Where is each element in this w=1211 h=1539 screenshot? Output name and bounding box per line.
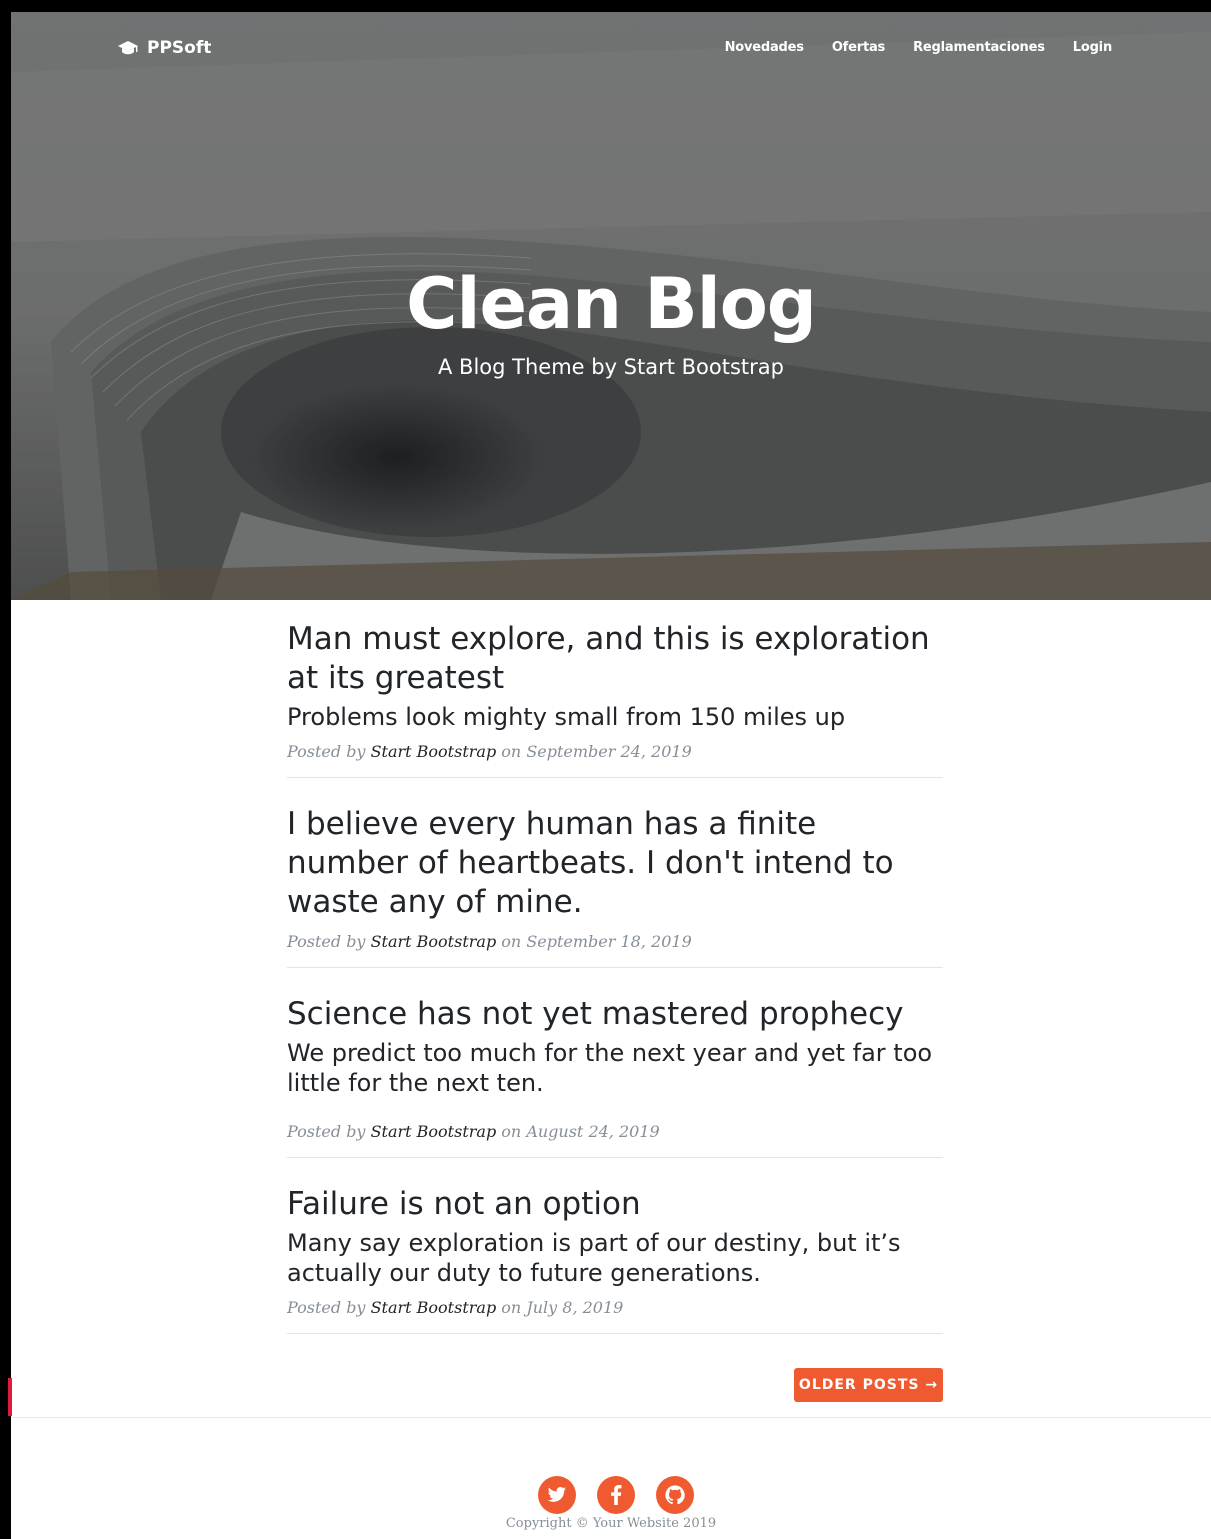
nav-link-login[interactable]: Login — [1073, 40, 1112, 55]
graduation-cap-icon — [117, 40, 139, 56]
social-links — [538, 1476, 694, 1514]
post-preview: Man must explore, and this is exploratio… — [287, 620, 943, 778]
post-meta: Posted by Start Bootstrap on September 1… — [287, 932, 943, 951]
meta-on: on — [501, 742, 522, 761]
post-preview: I believe every human has a finite numbe… — [287, 778, 943, 968]
github-icon[interactable] — [656, 1476, 694, 1514]
post-list: Man must explore, and this is exploratio… — [287, 620, 943, 1334]
masthead: PPSoft Novedades Ofertas Reglamentacione… — [11, 12, 1211, 600]
meta-on: on — [501, 1298, 522, 1317]
post-date: September 18, 2019 — [526, 932, 692, 951]
nav-link-ofertas[interactable]: Ofertas — [832, 40, 885, 55]
post-author-link[interactable]: Start Bootstrap — [371, 742, 497, 761]
post-subtitle: We predict too much for the next year an… — [287, 1039, 933, 1097]
post-author-link[interactable]: Start Bootstrap — [371, 932, 497, 951]
site-heading: Clean Blog — [406, 263, 817, 345]
meta-on: on — [501, 1122, 522, 1141]
pager: OLDER POSTS → — [794, 1368, 943, 1402]
post-subtitle: Many say exploration is part of our dest… — [287, 1229, 901, 1287]
nav-link-reglamentaciones[interactable]: Reglamentaciones — [913, 40, 1045, 55]
post-title[interactable]: Man must explore, and this is exploratio… — [287, 620, 943, 698]
meta-on: on — [501, 932, 522, 951]
post-author-link[interactable]: Start Bootstrap — [371, 1298, 497, 1317]
footer-divider — [11, 1417, 1211, 1418]
navbar-brand[interactable]: PPSoft — [117, 38, 211, 58]
page: PPSoft Novedades Ofertas Reglamentacione… — [11, 12, 1211, 1539]
meta-prefix: Posted by — [287, 932, 366, 951]
meta-prefix: Posted by — [287, 1122, 366, 1141]
older-posts-button[interactable]: OLDER POSTS → — [794, 1368, 943, 1402]
meta-prefix: Posted by — [287, 742, 366, 761]
post-title[interactable]: I believe every human has a finite numbe… — [287, 805, 943, 922]
post-date: September 24, 2019 — [526, 742, 692, 761]
post-meta: Posted by Start Bootstrap on August 24, … — [287, 1122, 943, 1141]
main-nav: Novedades Ofertas Reglamentaciones Login — [725, 40, 1113, 55]
twitter-icon[interactable] — [538, 1476, 576, 1514]
post-meta: Posted by Start Bootstrap on July 8, 201… — [287, 1298, 943, 1317]
site-subheading: A Blog Theme by Start Bootstrap — [438, 355, 784, 379]
post-title[interactable]: Science has not yet mastered prophecy — [287, 995, 943, 1034]
post-preview: Failure is not an option Many say explor… — [287, 1158, 943, 1334]
post-title[interactable]: Failure is not an option — [287, 1185, 943, 1224]
brand-name: PPSoft — [147, 38, 212, 58]
post-subtitle: Problems look mighty small from 150 mile… — [287, 703, 846, 731]
post-preview: Science has not yet mastered prophecy We… — [287, 968, 943, 1158]
copyright-text: Copyright © Your Website 2019 — [505, 1516, 717, 1531]
post-author-link[interactable]: Start Bootstrap — [371, 1122, 497, 1141]
meta-prefix: Posted by — [287, 1298, 366, 1317]
nav-link-novedades[interactable]: Novedades — [725, 40, 804, 55]
facebook-icon[interactable] — [597, 1476, 635, 1514]
post-date: July 8, 2019 — [526, 1298, 624, 1317]
post-meta: Posted by Start Bootstrap on September 2… — [287, 742, 943, 761]
edge-marker — [8, 1378, 12, 1416]
post-date: August 24, 2019 — [526, 1122, 660, 1141]
